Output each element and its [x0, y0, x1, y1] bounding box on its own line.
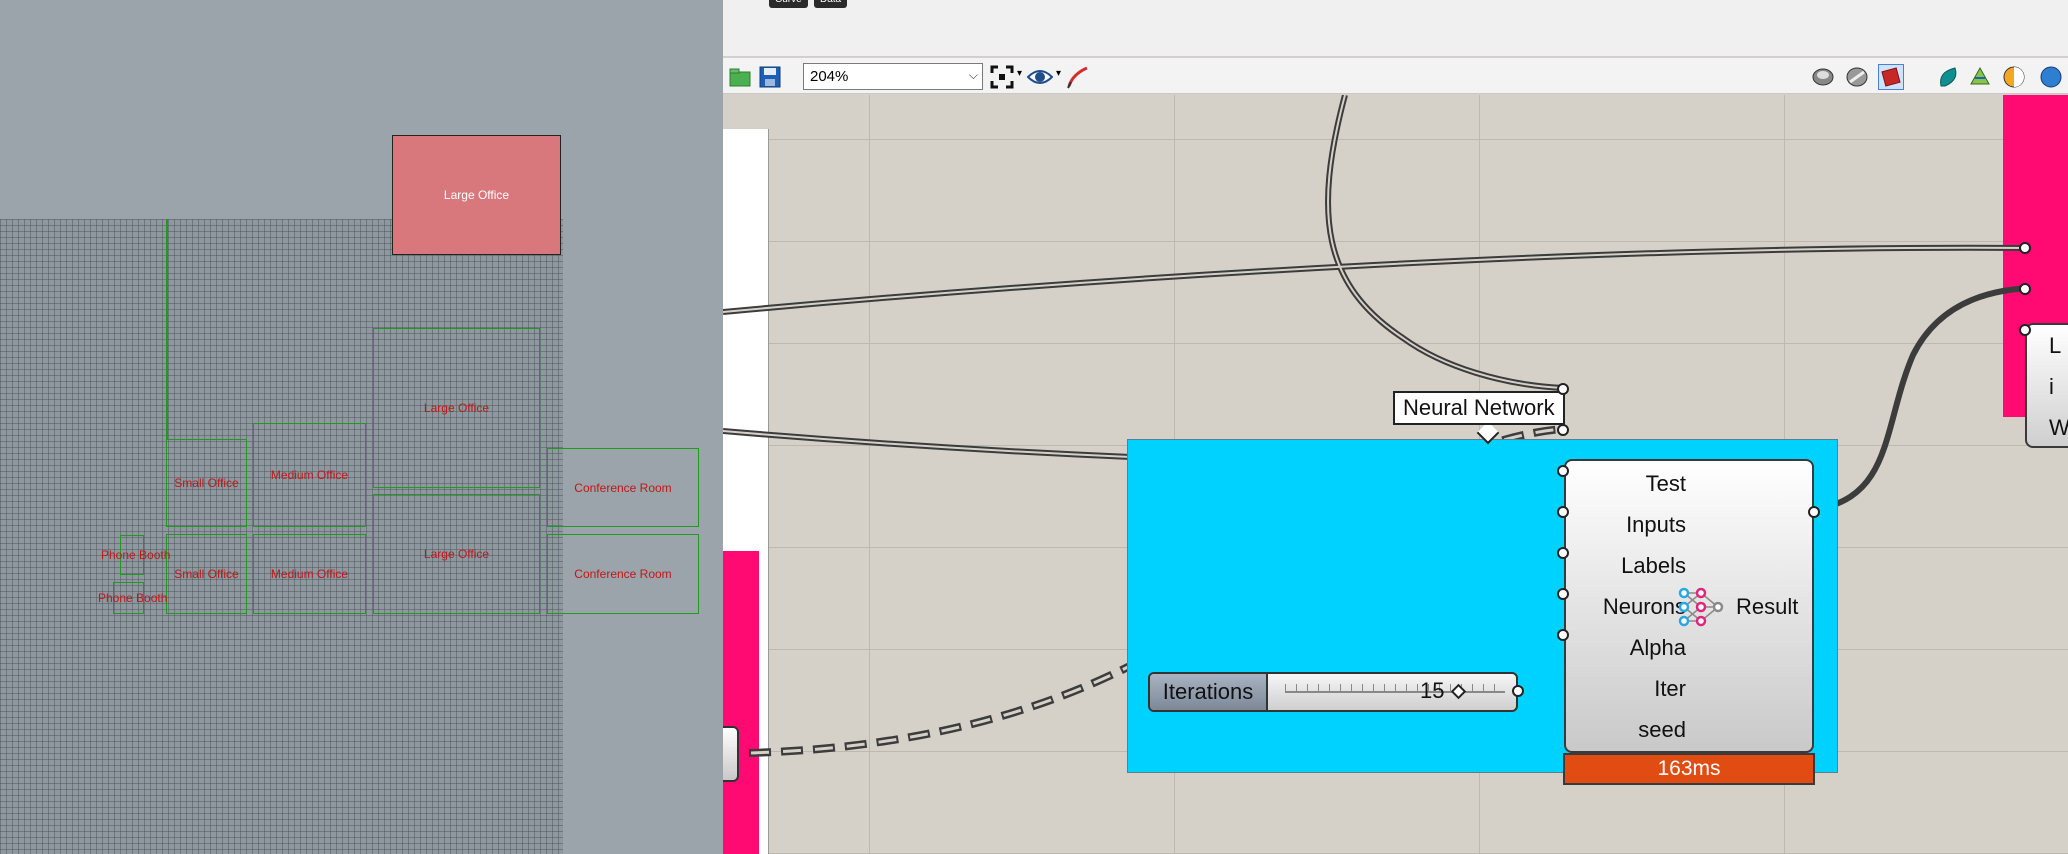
- input-port-test[interactable]: [1557, 383, 1569, 395]
- open-file-icon[interactable]: [727, 64, 753, 90]
- room-label: Conference Room: [574, 480, 672, 495]
- input-w[interactable]: W: [2049, 415, 2068, 441]
- grasshopper-window[interactable]: Curve Data 204% ⌵ ▾ ▾: [723, 0, 2068, 854]
- iterations-slider[interactable]: Iterations 15: [1148, 672, 1518, 712]
- room-label: Large Office: [443, 188, 510, 202]
- room-label: Large Office: [423, 401, 490, 415]
- group-label[interactable]: Neural Network: [1393, 391, 1565, 425]
- sketch-pen-icon[interactable]: [1065, 64, 1091, 90]
- input-test[interactable]: Test: [1566, 471, 1686, 497]
- neural-network-icon: [1678, 587, 1724, 627]
- room-label: Medium Office: [270, 567, 349, 581]
- room-phone-booth[interactable]: Phone Booth: [101, 535, 170, 575]
- room-label: Phone Booth: [101, 548, 171, 562]
- preview-eye-icon[interactable]: [1027, 64, 1053, 90]
- input-port-labels[interactable]: [1557, 465, 1569, 477]
- boundary-line: [166, 219, 168, 439]
- input-i[interactable]: i: [2049, 374, 2054, 400]
- profiler-timing: 163ms: [1563, 753, 1815, 785]
- output-port-result[interactable]: [1808, 506, 1820, 518]
- output-result[interactable]: Result: [1736, 594, 1798, 620]
- room-phone-booth[interactable]: Phone Booth: [98, 582, 167, 614]
- canvas-toolbar: 204% ⌵ ▾ ▾: [723, 58, 2068, 94]
- chevron-down-icon: ⌵: [968, 68, 978, 82]
- input-port-w[interactable]: [2019, 324, 2031, 336]
- ribbon-tab-data[interactable]: Data: [814, 0, 848, 8]
- input-port-i[interactable]: [2019, 283, 2031, 295]
- preview-wire-icon[interactable]: [1810, 64, 1836, 90]
- input-port-inputs[interactable]: [1557, 424, 1569, 436]
- preview-selected-icon[interactable]: [1878, 64, 1904, 90]
- input-port-neurons[interactable]: [1557, 506, 1569, 518]
- input-seed[interactable]: seed: [1566, 717, 1686, 743]
- room-conference-room[interactable]: Conference Room: [547, 534, 699, 614]
- rhino-viewport[interactable]: Large Office Large Office Large Office S…: [0, 0, 723, 854]
- zoom-level-value: 204%: [810, 68, 849, 85]
- room-conference-room[interactable]: Conference Room: [547, 448, 699, 527]
- input-l[interactable]: L: [2049, 333, 2061, 359]
- input-neurons[interactable]: Neurons: [1566, 594, 1686, 620]
- zoom-extents-icon[interactable]: [989, 64, 1015, 90]
- chevron-down-icon[interactable]: ▾: [1017, 68, 1022, 79]
- room-large-office[interactable]: Large Office: [373, 328, 540, 488]
- room-label: Small Office: [174, 567, 239, 581]
- zoom-level-dropdown[interactable]: 204% ⌵: [803, 63, 983, 90]
- input-port-iter[interactable]: [1557, 588, 1569, 600]
- room-label: Large Office: [423, 547, 490, 561]
- input-port-l[interactable]: [2019, 242, 2031, 254]
- slider-output-port[interactable]: [1512, 685, 1524, 697]
- room-large-office-selected[interactable]: Large Office: [392, 135, 561, 255]
- room-medium-office[interactable]: Medium Office: [253, 423, 366, 527]
- chevron-down-icon[interactable]: ▾: [1056, 68, 1061, 79]
- preview-shaded-icon[interactable]: [1844, 64, 1870, 90]
- slider-name: Iterations: [1150, 674, 1268, 710]
- ribbon-tab-curve[interactable]: Curve: [769, 0, 808, 8]
- input-iter[interactable]: Iter: [1566, 676, 1686, 702]
- room-small-office[interactable]: Small Office: [166, 439, 247, 527]
- save-icon[interactable]: [757, 64, 783, 90]
- sphere-icon[interactable]: [2038, 64, 2064, 90]
- bake-icon[interactable]: [1935, 64, 1961, 90]
- display-mesh-icon[interactable]: [1967, 64, 1993, 90]
- room-label: Conference Room: [574, 567, 672, 581]
- input-port-alpha[interactable]: [1557, 547, 1569, 559]
- neural-network-component[interactable]: Test Inputs Labels Neurons Alpha Iter se…: [1564, 459, 1814, 753]
- room-large-office[interactable]: Large Office: [373, 494, 540, 614]
- room-label: Phone Booth: [98, 591, 168, 605]
- slider-ticks: [1285, 684, 1505, 692]
- grasshopper-canvas[interactable]: Neural Network Iterations 15 Test Inputs…: [723, 95, 2068, 854]
- input-labels[interactable]: Labels: [1566, 553, 1686, 579]
- room-label: Medium Office: [270, 468, 349, 482]
- material-icon[interactable]: [2001, 64, 2027, 90]
- ribbon-area: Curve Data: [723, 0, 2068, 57]
- input-port-seed[interactable]: [1557, 629, 1569, 641]
- room-label: Small Office: [174, 476, 239, 490]
- input-alpha[interactable]: Alpha: [1566, 635, 1686, 661]
- right-component[interactable]: L i W: [2025, 323, 2068, 448]
- room-small-office[interactable]: Small Office: [166, 534, 247, 614]
- room-medium-office[interactable]: Medium Office: [253, 534, 366, 614]
- input-inputs[interactable]: Inputs: [1566, 512, 1686, 538]
- slider-value: 15: [1420, 678, 1445, 703]
